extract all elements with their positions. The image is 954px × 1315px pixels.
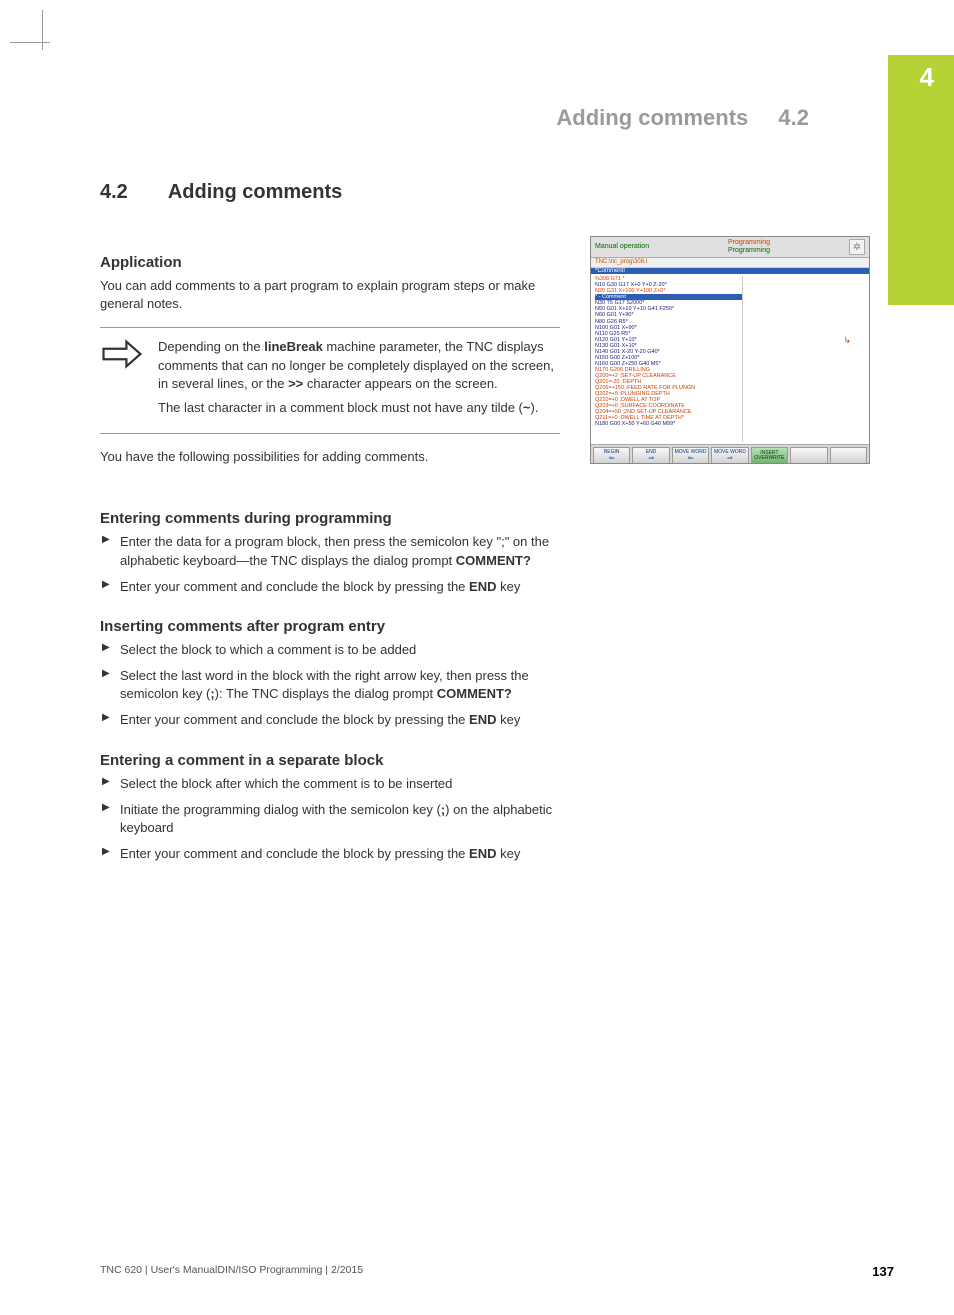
s1-heading: Entering comments during programming: [100, 510, 894, 527]
ss-comment-prompt-row: *Comment!: [591, 268, 869, 275]
note-paragraph-1: Depending on the lineBreak machine param…: [158, 338, 560, 393]
ss-softkey-row: BEGIN⇐END⇒MOVE WORD⇐MOVE WORD⇒INSERT OVE…: [591, 444, 869, 464]
s1-step-1: Enter the data for a program block, then…: [100, 533, 570, 569]
after-note-text: You have the following possibilities for…: [100, 448, 570, 466]
s3-step-3: Enter your comment and conclude the bloc…: [100, 845, 570, 863]
note-paragraph-2: The last character in a comment block mu…: [158, 399, 560, 417]
application-intro: You can add comments to a part program t…: [100, 277, 570, 313]
application-heading: Application: [100, 254, 570, 271]
s2-step-2: Select the last word in the block with t…: [100, 667, 570, 703]
ss-softkey-button[interactable]: BEGIN⇐: [593, 447, 630, 464]
s2-step-1: Select the block to which a comment is t…: [100, 641, 570, 659]
s2-step-3: Enter your comment and conclude the bloc…: [100, 711, 570, 729]
s1-step-2: Enter your comment and conclude the bloc…: [100, 578, 570, 596]
footer-page-number: 137: [872, 1264, 894, 1279]
arrow-note-icon: [100, 338, 144, 423]
s3-step-2: Initiate the programming dialog with the…: [100, 801, 570, 837]
ss-softkey-button[interactable]: INSERT OVERWRITE: [751, 447, 788, 464]
s3-heading: Entering a comment in a separate block: [100, 752, 894, 769]
ss-code-line: N180 G00 X+50 Y+60 G40 M99*: [595, 421, 742, 427]
ss-mode-right-a: Programming: [728, 239, 770, 246]
ss-graphic-pane: ↳: [742, 276, 865, 442]
s2-heading: Inserting comments after program entry: [100, 618, 894, 635]
ss-softkey-button[interactable]: [790, 447, 827, 464]
axis-origin-icon: ↳: [843, 336, 851, 346]
ss-softkey-button[interactable]: MOVE WORD⇒: [711, 447, 748, 464]
s3-step-1: Select the block after which the comment…: [100, 775, 570, 793]
ss-mode-left: Manual operation: [595, 243, 649, 251]
page-footer: TNC 620 | User's ManualDIN/ISO Programmi…: [100, 1264, 894, 1279]
ss-mode-right-b: Programming: [728, 247, 770, 254]
tnc-screenshot: Manual operation Programming Programming…: [590, 236, 870, 464]
section-number: 4.2: [100, 181, 128, 204]
ss-program-name: TNC:\nc_prog\308.I: [591, 258, 869, 268]
running-header-number: 4.2: [778, 105, 809, 130]
running-header-title: Adding comments: [556, 105, 748, 130]
note-box: Depending on the lineBreak machine param…: [100, 327, 560, 434]
ss-softkey-button[interactable]: END⇒: [632, 447, 669, 464]
ss-code-listing: %308 G71 *N10 G30 G17 X+0 Y+0 Z-20*N20 G…: [595, 276, 742, 442]
section-heading: 4.2 Adding comments: [100, 181, 894, 204]
running-header: Adding comments 4.2: [100, 105, 894, 131]
footer-left: TNC 620 | User's ManualDIN/ISO Programmi…: [100, 1264, 363, 1279]
section-title: Adding comments: [168, 181, 342, 204]
ss-softkey-button[interactable]: MOVE WORD⇐: [672, 447, 709, 464]
gear-icon[interactable]: ✲: [849, 239, 865, 255]
ss-softkey-button[interactable]: [830, 447, 867, 464]
